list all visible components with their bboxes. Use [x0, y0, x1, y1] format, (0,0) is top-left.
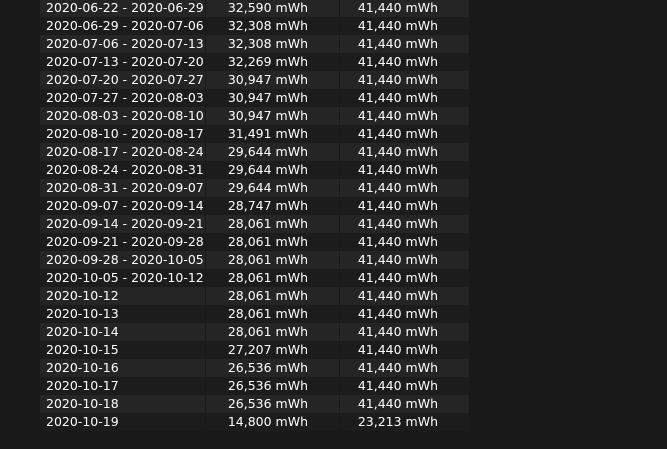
design-capacity-cell: 41,440 mWh: [357, 126, 438, 141]
design-capacity-cell: 41,440 mWh: [357, 378, 438, 393]
full-charge-capacity-cell: 27,207 mWh: [206, 341, 340, 359]
design-capacity-cell: 23,213 mWh: [357, 414, 438, 429]
period-cell: 2020-09-21 - 2020-09-28: [40, 233, 206, 251]
design-capacity-cell: 41,440 mWh: [357, 72, 438, 87]
table-row: 2020-06-22 - 2020-06-29 32,590 mWh 41,440 …: [40, 0, 469, 17]
full-charge-capacity-cell: 28,061 mWh: [206, 305, 340, 323]
table-row: 2020-10-05 - 2020-10-12 28,061 mWh 41,440 …: [40, 269, 469, 287]
period-cell: 2020-10-19: [40, 413, 206, 431]
period-cell: 2020-10-16: [40, 359, 206, 377]
table-row: 2020-10-14 28,061 mWh 41,440 mWh: [40, 323, 469, 341]
period-cell: 2020-09-14 - 2020-09-21: [40, 215, 206, 233]
design-capacity-cell: 41,440 mWh: [357, 180, 438, 195]
table-row: 2020-09-28 - 2020-10-05 28,061 mWh 41,440 …: [40, 251, 469, 269]
full-charge-capacity-cell: 26,536 mWh: [206, 395, 340, 413]
table-row: 2020-10-18 26,536 mWh 41,440 mWh: [40, 395, 469, 413]
full-charge-capacity-cell: 32,269 mWh: [206, 53, 340, 71]
period-cell: 2020-10-17: [40, 377, 206, 395]
period-cell: 2020-10-14: [40, 323, 206, 341]
period-cell: 2020-10-13: [40, 305, 206, 323]
period-cell: 2020-09-28 - 2020-10-05: [40, 251, 206, 269]
table-row: 2020-06-29 - 2020-07-06 32,308 mWh 41,440 …: [40, 17, 469, 35]
period-cell: 2020-10-12: [40, 287, 206, 305]
period-cell: 2020-07-13 - 2020-07-20: [40, 53, 206, 71]
table-row: 2020-10-13 28,061 mWh 41,440 mWh: [40, 305, 469, 323]
design-capacity-cell: 41,440 mWh: [357, 0, 438, 15]
table-row: 2020-08-10 - 2020-08-17 31,491 mWh 41,440 …: [40, 125, 469, 143]
design-capacity-cell: 41,440 mWh: [357, 396, 438, 411]
full-charge-capacity-cell: 32,590 mWh: [206, 0, 340, 17]
design-capacity-cell: 41,440 mWh: [357, 18, 438, 33]
table-row: 2020-10-15 27,207 mWh 41,440 mWh: [40, 341, 469, 359]
full-charge-capacity-cell: 31,491 mWh: [206, 125, 340, 143]
full-charge-capacity-cell: 32,308 mWh: [206, 17, 340, 35]
capacity-history-table: 2020-06-22 - 2020-06-29 32,590 mWh 41,440 …: [40, 0, 469, 431]
full-charge-capacity-cell: 28,061 mWh: [206, 215, 340, 233]
design-capacity-cell: 41,440 mWh: [357, 288, 438, 303]
period-cell: 2020-06-22 - 2020-06-29: [40, 0, 206, 17]
design-capacity-cell: 41,440 mWh: [357, 234, 438, 249]
full-charge-capacity-cell: 28,061 mWh: [206, 287, 340, 305]
design-capacity-cell: 41,440 mWh: [357, 306, 438, 321]
full-charge-capacity-cell: 28,061 mWh: [206, 323, 340, 341]
table-row: 2020-08-31 - 2020-09-07 29,644 mWh 41,440 …: [40, 179, 469, 197]
design-capacity-cell: 41,440 mWh: [357, 342, 438, 357]
full-charge-capacity-cell: 26,536 mWh: [206, 377, 340, 395]
design-capacity-cell: 41,440 mWh: [357, 324, 438, 339]
table-row: 2020-08-03 - 2020-08-10 30,947 mWh 41,440 …: [40, 107, 469, 125]
period-cell: 2020-06-29 - 2020-07-06: [40, 17, 206, 35]
table-row: 2020-07-20 - 2020-07-27 30,947 mWh 41,440 …: [40, 71, 469, 89]
design-capacity-cell: 41,440 mWh: [357, 198, 438, 213]
full-charge-capacity-cell: 29,644 mWh: [206, 143, 340, 161]
table-row: 2020-10-12 28,061 mWh 41,440 mWh: [40, 287, 469, 305]
period-cell: 2020-08-24 - 2020-08-31: [40, 161, 206, 179]
period-cell: 2020-08-03 - 2020-08-10: [40, 107, 206, 125]
table-row: 2020-09-14 - 2020-09-21 28,061 mWh 41,440 …: [40, 215, 469, 233]
table-row: 2020-10-16 26,536 mWh 41,440 mWh: [40, 359, 469, 377]
full-charge-capacity-cell: 26,536 mWh: [206, 359, 340, 377]
period-cell: 2020-07-27 - 2020-08-03: [40, 89, 206, 107]
design-capacity-cell: 41,440 mWh: [357, 252, 438, 267]
table-row: 2020-09-07 - 2020-09-14 28,747 mWh 41,440 …: [40, 197, 469, 215]
table-row: 2020-07-27 - 2020-08-03 30,947 mWh 41,440 …: [40, 89, 469, 107]
design-capacity-cell: 41,440 mWh: [357, 360, 438, 375]
full-charge-capacity-cell: 28,061 mWh: [206, 251, 340, 269]
period-cell: 2020-07-06 - 2020-07-13: [40, 35, 206, 53]
period-cell: 2020-08-10 - 2020-08-17: [40, 125, 206, 143]
full-charge-capacity-cell: 30,947 mWh: [206, 89, 340, 107]
full-charge-capacity-cell: 28,061 mWh: [206, 233, 340, 251]
full-charge-capacity-cell: 32,308 mWh: [206, 35, 340, 53]
full-charge-capacity-cell: 29,644 mWh: [206, 179, 340, 197]
table-row: 2020-07-13 - 2020-07-20 32,269 mWh 41,440 …: [40, 53, 469, 71]
full-charge-capacity-cell: 28,747 mWh: [206, 197, 340, 215]
design-capacity-cell: 41,440 mWh: [357, 162, 438, 177]
design-capacity-cell: 41,440 mWh: [357, 270, 438, 285]
period-cell: 2020-07-20 - 2020-07-27: [40, 71, 206, 89]
table-row: 2020-08-24 - 2020-08-31 29,644 mWh 41,440 …: [40, 161, 469, 179]
table-row: 2020-10-19 14,800 mWh 23,213 mWh: [40, 413, 469, 431]
design-capacity-cell: 41,440 mWh: [357, 144, 438, 159]
design-capacity-cell: 41,440 mWh: [357, 216, 438, 231]
period-cell: 2020-10-05 - 2020-10-12: [40, 269, 206, 287]
design-capacity-cell: 41,440 mWh: [357, 90, 438, 105]
period-cell: 2020-09-07 - 2020-09-14: [40, 197, 206, 215]
table-row: 2020-09-21 - 2020-09-28 28,061 mWh 41,440 …: [40, 233, 469, 251]
period-cell: 2020-10-15: [40, 341, 206, 359]
full-charge-capacity-cell: 30,947 mWh: [206, 107, 340, 125]
table-row: 2020-07-06 - 2020-07-13 32,308 mWh 41,440 …: [40, 35, 469, 53]
full-charge-capacity-cell: 28,061 mWh: [206, 269, 340, 287]
design-capacity-cell: 41,440 mWh: [357, 36, 438, 51]
table-row: 2020-10-17 26,536 mWh 41,440 mWh: [40, 377, 469, 395]
full-charge-capacity-cell: 29,644 mWh: [206, 161, 340, 179]
design-capacity-cell: 41,440 mWh: [357, 108, 438, 123]
full-charge-capacity-cell: 30,947 mWh: [206, 71, 340, 89]
period-cell: 2020-08-31 - 2020-09-07: [40, 179, 206, 197]
full-charge-capacity-cell: 14,800 mWh: [206, 413, 340, 431]
design-capacity-cell: 41,440 mWh: [357, 54, 438, 69]
table-row: 2020-08-17 - 2020-08-24 29,644 mWh 41,440 …: [40, 143, 469, 161]
period-cell: 2020-08-17 - 2020-08-24: [40, 143, 206, 161]
period-cell: 2020-10-18: [40, 395, 206, 413]
